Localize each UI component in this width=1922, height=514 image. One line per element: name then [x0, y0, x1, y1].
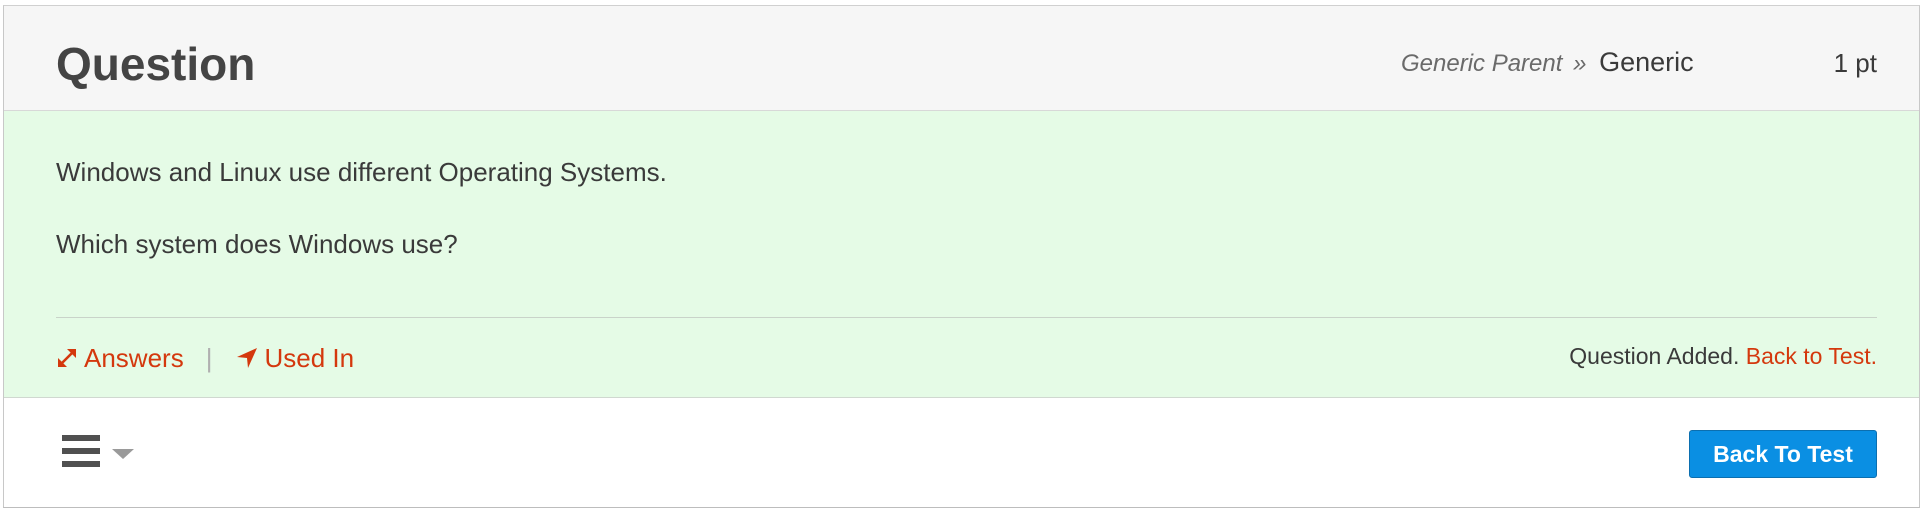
used-in-link[interactable]: Used In	[236, 343, 354, 374]
breadcrumb: Generic Parent » Generic	[1401, 47, 1694, 79]
answers-label: Answers	[84, 342, 184, 373]
question-header: Question Generic Parent » Generic 1 pt	[4, 6, 1919, 111]
page-title: Question	[56, 38, 256, 90]
options-menu-button[interactable]	[62, 433, 136, 469]
question-footer: Back To Test	[4, 398, 1919, 507]
expand-arrows-icon	[58, 349, 76, 367]
hamburger-menu-icon	[62, 435, 100, 467]
question-actions: Answers | Used In	[56, 338, 354, 378]
question-text-line-1: Windows and Linux use different Operatin…	[56, 157, 667, 187]
answers-link[interactable]: Answers	[56, 343, 184, 374]
question-card: Question Generic Parent » Generic 1 pt W…	[3, 5, 1920, 508]
back-to-test-link[interactable]: Back to Test.	[1746, 343, 1877, 369]
location-arrow-icon	[237, 348, 258, 368]
action-separator: |	[205, 342, 213, 373]
breadcrumb-parent: Generic Parent	[1401, 50, 1563, 77]
status-text: Question Added.	[1569, 343, 1740, 369]
back-to-test-button[interactable]: Back To Test	[1689, 430, 1877, 478]
question-text-line-2: Which system does Windows use?	[56, 229, 458, 259]
divider	[56, 317, 1877, 318]
status-message: Question Added. Back to Test.	[1569, 336, 1877, 376]
question-body: Windows and Linux use different Operatin…	[4, 111, 1919, 398]
caret-down-icon	[112, 449, 134, 459]
breadcrumb-current: Generic	[1599, 47, 1694, 77]
points-value: 1 pt	[1833, 48, 1877, 78]
used-in-label: Used In	[264, 342, 355, 373]
breadcrumb-separator: »	[1573, 50, 1587, 77]
